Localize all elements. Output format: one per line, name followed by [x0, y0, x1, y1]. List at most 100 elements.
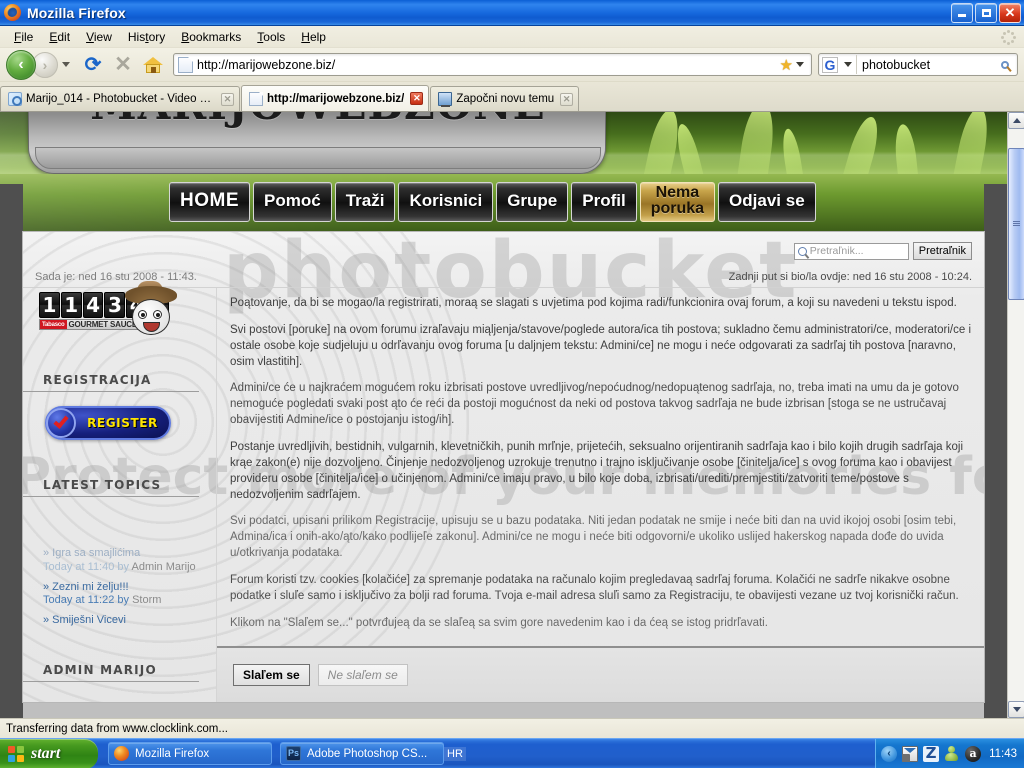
- list-item[interactable]: » Zezni mi želju!!! Today at 11:22 by St…: [23, 578, 217, 612]
- clocklink-widget[interactable]: 1 1 4 3 4 1 Tabasco GOURMET SAUCE: [39, 281, 177, 340]
- firefox-icon: [114, 746, 129, 761]
- topic-list: » Igra sa smajlićima Today at 11:40 by A…: [23, 544, 217, 631]
- history-dropdown-icon[interactable]: [62, 62, 70, 67]
- navigation-toolbar: ‹ › ⟳ ✕ http://marijowebzone.biz/ ★ G ph…: [0, 48, 1024, 82]
- tray-clock[interactable]: 11:43: [989, 748, 1017, 760]
- tab-close-icon[interactable]: ✕: [410, 92, 424, 105]
- sidebar-section-admin-marijo: ADMIN MARIJO: [23, 663, 217, 682]
- start-button[interactable]: start: [0, 738, 98, 768]
- taskbar-item-photoshop[interactable]: Ps Adobe Photoshop CS...: [280, 742, 444, 765]
- tab-close-icon[interactable]: ✕: [560, 92, 574, 106]
- firefox-icon: [4, 3, 22, 22]
- nav-item-trazi[interactable]: Traži: [334, 182, 396, 222]
- nav-item-nema-poruka[interactable]: Nema poruka: [639, 182, 716, 222]
- nav-item-odjavi-se[interactable]: Odjavi se: [718, 182, 816, 222]
- home-icon[interactable]: [140, 52, 166, 78]
- forum-board: photobucket Protect more of your memorie…: [23, 232, 984, 702]
- list-item[interactable]: » Smiješni Vicevi: [23, 611, 217, 631]
- status-text: Transferring data from www.clocklink.com…: [6, 722, 228, 735]
- menu-history[interactable]: History: [120, 28, 173, 46]
- register-button[interactable]: REGISTER: [45, 406, 171, 440]
- tab-label: Započni novu temu: [456, 93, 555, 105]
- site-nav: HOME Pomoć Traži Korisnici Grupe Profil …: [169, 182, 816, 222]
- reload-icon[interactable]: ⟳: [80, 52, 106, 78]
- sidebar-section-registracija: REGISTRACIJA REGISTER: [23, 373, 217, 440]
- search-bar[interactable]: G photobucket: [818, 53, 1018, 76]
- window-titlebar: Mozilla Firefox ✕: [0, 0, 1024, 26]
- nav-item-profil[interactable]: Profil: [571, 182, 637, 222]
- screen: Mozilla Firefox ✕ FFileile Edit View His…: [0, 0, 1024, 768]
- nav-item-korisnici[interactable]: Korisnici: [398, 182, 494, 222]
- menu-file[interactable]: FFileile: [6, 28, 41, 46]
- topic-title[interactable]: » Smiješni Vicevi: [43, 614, 207, 628]
- messenger-icon[interactable]: [944, 746, 960, 762]
- taskbar: start Mozilla Firefox Ps Adobe Photoshop…: [0, 738, 1024, 768]
- terms-paragraph: Poątovanje, da bi se mogao/la registrira…: [230, 297, 957, 309]
- tab-close-icon[interactable]: ✕: [221, 92, 234, 106]
- topic-meta: Today at 11:40 by Admin Marijo: [43, 560, 196, 573]
- page-favicon-icon: [178, 56, 193, 73]
- throbber-icon: [1001, 29, 1016, 45]
- sidebar-heading: LATEST TOPICS: [23, 478, 199, 497]
- topic-title[interactable]: » Zezni mi želju!!!: [43, 581, 207, 595]
- search-magnifier-icon[interactable]: [996, 60, 1014, 69]
- nav-item-grupe[interactable]: Grupe: [496, 182, 569, 222]
- clock-brand-red: Tabasco: [40, 320, 67, 329]
- current-time-text: Sada je: ned 16 stu 2008 - 11:43.: [35, 270, 197, 283]
- antivirus-icon[interactable]: a: [965, 745, 982, 762]
- forum-search: Pretraľnik... Pretraľnik: [793, 242, 972, 260]
- clock-digit: 4: [82, 292, 104, 318]
- site-logo-text: MARIJOWEBZONE: [29, 112, 605, 129]
- language-indicator[interactable]: HR: [444, 746, 466, 761]
- search-engine-dropdown-icon[interactable]: [844, 62, 852, 67]
- list-item[interactable]: » Igra sa smajlićima Today at 11:40 by A…: [23, 544, 217, 578]
- windows-flag-icon: [8, 745, 25, 762]
- photobucket-icon: [8, 92, 22, 106]
- disagree-button[interactable]: Ne slaľem se: [317, 664, 408, 686]
- menu-tools[interactable]: Tools: [249, 28, 293, 46]
- sidebar-heading: ADMIN MARIJO: [23, 663, 199, 682]
- winzip-icon[interactable]: Z: [923, 745, 940, 762]
- search-input[interactable]: photobucket: [857, 58, 996, 72]
- tab-bar: Marijo_014 - Photobucket - Video and I..…: [0, 82, 1024, 112]
- forum-search-button[interactable]: Pretraľnik: [912, 242, 972, 260]
- search-icon: [797, 246, 807, 256]
- vertical-scrollbar[interactable]: [1007, 112, 1024, 718]
- menu-bookmarks[interactable]: Bookmarks: [173, 28, 249, 46]
- tab-marijowebzone[interactable]: http://marijowebzone.biz/ ✕: [241, 85, 430, 111]
- terms-paragraph: Svi postovi [poruke] na ovom forumu izra…: [230, 323, 972, 368]
- agreement-bar: Slaľem se Ne slaľem se: [217, 646, 984, 702]
- url-bar[interactable]: http://marijowebzone.biz/ ★: [173, 53, 812, 76]
- tab-zapocni-novu-temu[interactable]: Započni novu temu ✕: [430, 86, 580, 111]
- menu-edit[interactable]: Edit: [41, 28, 78, 46]
- taskbar-item-label: Adobe Photoshop CS...: [307, 747, 428, 760]
- tab-photobucket[interactable]: Marijo_014 - Photobucket - Video and I..…: [0, 86, 240, 111]
- nav-item-home[interactable]: HOME: [169, 182, 250, 222]
- scroll-up-button[interactable]: [1008, 112, 1024, 129]
- back-button[interactable]: ‹: [6, 49, 36, 80]
- url-dropdown-icon[interactable]: [796, 62, 804, 67]
- menu-view[interactable]: View: [78, 28, 120, 46]
- minimize-button[interactable]: [951, 2, 973, 23]
- topic-title[interactable]: » Igra sa smajlićima: [43, 547, 207, 561]
- site-logo[interactable]: MARIJOWEBZONE: [28, 112, 606, 174]
- stop-icon[interactable]: ✕: [110, 52, 136, 78]
- browser-viewport: MARIJOWEBZONE HOME Pomoć Traži Korisnici…: [0, 112, 1024, 718]
- scroll-down-button[interactable]: [1008, 701, 1024, 718]
- clock-digit: 1: [39, 292, 60, 318]
- agree-button[interactable]: Slaľem se: [233, 664, 310, 686]
- show-hidden-icons-icon[interactable]: ‹: [881, 745, 898, 762]
- google-icon[interactable]: G: [822, 56, 838, 73]
- bookmark-star-icon[interactable]: ★: [780, 56, 793, 74]
- last-visit-text: Zadnji put si bio/la ovdje: ned 16 stu 2…: [728, 270, 972, 283]
- menu-help[interactable]: Help: [293, 28, 334, 46]
- nav-item-pomoc[interactable]: Pomoć: [253, 182, 332, 222]
- network-icon[interactable]: [902, 745, 919, 762]
- url-input[interactable]: http://marijowebzone.biz/: [197, 58, 780, 72]
- clock-digit: 1: [60, 292, 82, 318]
- taskbar-item-firefox[interactable]: Mozilla Firefox: [108, 742, 272, 765]
- close-button[interactable]: ✕: [999, 2, 1021, 23]
- maximize-button[interactable]: [975, 2, 997, 23]
- scrollbar-thumb[interactable]: [1008, 148, 1024, 300]
- forum-search-input[interactable]: Pretraľnik...: [793, 242, 909, 260]
